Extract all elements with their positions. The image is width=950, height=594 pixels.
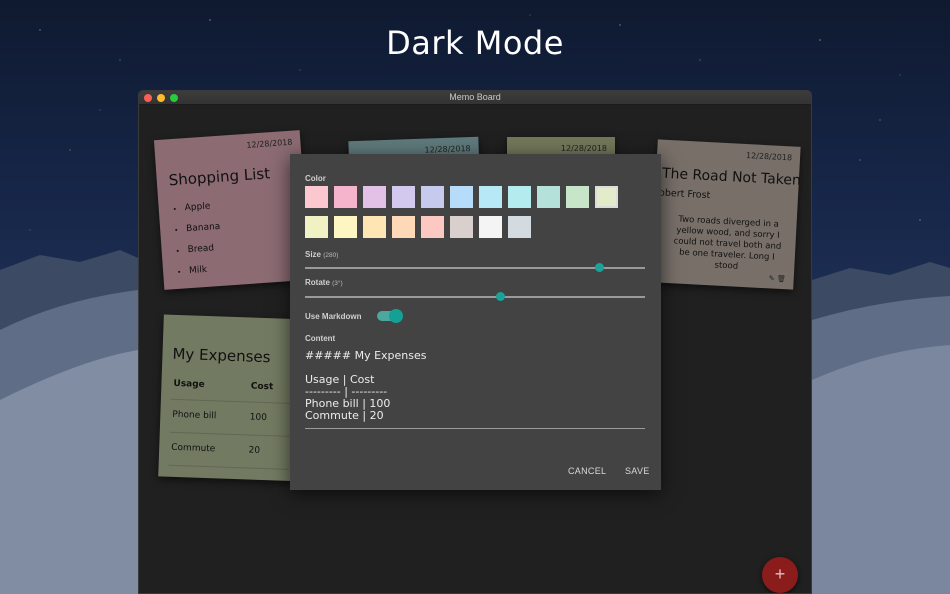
color-swatch[interactable] bbox=[450, 186, 473, 208]
cancel-button[interactable]: CANCEL bbox=[568, 466, 606, 476]
list-item: Apple bbox=[184, 196, 220, 219]
list-item: Bread bbox=[187, 238, 223, 261]
note-date: 12/28/2018 bbox=[745, 150, 793, 163]
table-cell: 100 bbox=[247, 401, 291, 437]
content-underline bbox=[305, 428, 645, 429]
color-swatch[interactable] bbox=[392, 186, 415, 208]
trash-icon[interactable]: 🗑 bbox=[777, 275, 786, 283]
list-item: Milk bbox=[188, 259, 224, 282]
note-road-not-taken[interactable]: 12/28/2018 The Road Not Taken obert Fros… bbox=[650, 139, 802, 290]
color-swatch[interactable] bbox=[537, 186, 560, 208]
note-title: The Road Not Taken bbox=[661, 165, 802, 189]
note-my-expenses[interactable]: 12 My Expenses Usage Cost Phone bill 100… bbox=[158, 314, 312, 482]
color-swatch[interactable] bbox=[479, 216, 502, 238]
color-swatch[interactable] bbox=[363, 186, 386, 208]
size-label: Size (280) bbox=[305, 250, 339, 259]
note-shopping-list[interactable]: 12/28/2018 Shopping List Apple Banana Br… bbox=[153, 130, 311, 290]
edit-note-dialog: Color Size (280) Rotate (3°) Use Markdow… bbox=[290, 154, 661, 490]
markdown-toggle[interactable] bbox=[377, 309, 403, 323]
add-note-button[interactable]: + bbox=[762, 557, 798, 593]
shopping-items: Apple Banana Bread Milk bbox=[184, 196, 224, 282]
headline: Dark Mode bbox=[386, 24, 564, 62]
save-button[interactable]: SAVE bbox=[625, 466, 650, 476]
color-swatch[interactable] bbox=[595, 186, 618, 208]
color-swatch[interactable] bbox=[305, 216, 328, 238]
note-tools: ✎ 🗑 bbox=[769, 274, 786, 283]
toggle-knob[interactable] bbox=[389, 309, 403, 323]
color-swatch[interactable] bbox=[363, 216, 386, 238]
table-row: Phone bill 100 bbox=[169, 399, 291, 437]
note-title: My Expenses bbox=[172, 344, 271, 367]
color-swatch[interactable] bbox=[334, 186, 357, 208]
note-body: Two roads diverged in a yellow wood, and… bbox=[673, 214, 782, 272]
table-cell: Phone bill bbox=[169, 399, 249, 435]
table-cell: 20 bbox=[245, 434, 290, 470]
memo-board: 12/28/2018 Shopping List Apple Banana Br… bbox=[139, 105, 811, 593]
color-swatch[interactable] bbox=[566, 186, 589, 208]
content-label: Content bbox=[305, 334, 336, 343]
color-swatch[interactable] bbox=[392, 216, 415, 238]
column-header: Cost bbox=[248, 377, 292, 404]
plus-icon: + bbox=[774, 564, 786, 584]
rotate-label: Rotate (3°) bbox=[305, 278, 343, 287]
color-swatch[interactable] bbox=[421, 216, 444, 238]
pencil-icon[interactable]: ✎ bbox=[769, 274, 775, 282]
note-date: 12/28/2018 bbox=[560, 144, 607, 153]
table-cell: Commute bbox=[168, 432, 248, 468]
title-bar[interactable]: Memo Board bbox=[139, 91, 811, 105]
note-title: Shopping List bbox=[168, 164, 271, 190]
color-swatch[interactable] bbox=[508, 216, 531, 238]
size-slider-thumb[interactable] bbox=[595, 263, 605, 272]
note-author: obert Frost bbox=[658, 187, 711, 202]
content-textarea[interactable]: ##### My Expenses Usage | Cost ---------… bbox=[305, 350, 645, 422]
list-item: Banana bbox=[186, 217, 222, 240]
rotate-slider-thumb[interactable] bbox=[495, 292, 505, 301]
color-swatch[interactable] bbox=[305, 186, 328, 208]
color-palette bbox=[305, 186, 635, 246]
rotate-slider[interactable] bbox=[305, 292, 645, 301]
color-swatch[interactable] bbox=[508, 186, 531, 208]
table-row: Commute 20 bbox=[168, 432, 290, 470]
app-window: Memo Board 12/28/2018 Shopping List Appl… bbox=[138, 90, 812, 594]
color-swatch[interactable] bbox=[479, 186, 502, 208]
window-title: Memo Board bbox=[449, 92, 501, 102]
color-swatch[interactable] bbox=[334, 216, 357, 238]
markdown-label: Use Markdown bbox=[305, 312, 362, 321]
color-swatch[interactable] bbox=[421, 186, 444, 208]
note-date: 12/28/2018 bbox=[246, 137, 293, 150]
color-label: Color bbox=[305, 174, 326, 183]
size-slider[interactable] bbox=[305, 263, 645, 272]
column-header: Usage bbox=[170, 374, 250, 402]
color-swatch[interactable] bbox=[450, 216, 473, 238]
expenses-table: Usage Cost Phone bill 100 Commute 20 bbox=[168, 374, 292, 470]
